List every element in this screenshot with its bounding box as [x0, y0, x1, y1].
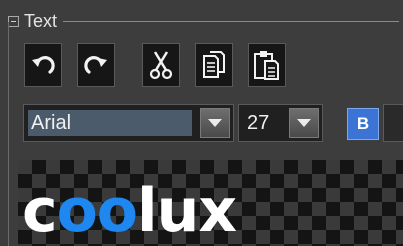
text-preview: coolux: [18, 160, 403, 246]
preview-text-highlight: oo: [56, 176, 138, 246]
font-size-value: 27: [247, 112, 270, 134]
group-frame: [8, 22, 13, 246]
undo-icon: [32, 56, 55, 74]
font-family-select[interactable]: Arial: [23, 104, 234, 142]
font-size-dropdown-button[interactable]: [289, 108, 319, 138]
undo-button[interactable]: [24, 43, 62, 87]
preview-text-part1: c: [22, 176, 58, 246]
panel-header: Text: [8, 8, 403, 34]
font-family-value: Arial: [28, 110, 192, 136]
italic-button[interactable]: [383, 104, 403, 142]
chevron-down-icon: [208, 119, 222, 127]
panel-title: Text: [24, 10, 58, 31]
clipboard-icon: [254, 51, 279, 80]
paste-button[interactable]: [248, 43, 286, 87]
scissors-icon: [149, 51, 173, 80]
redo-button[interactable]: [77, 43, 115, 87]
bold-button[interactable]: B: [347, 108, 379, 140]
redo-icon: [84, 56, 107, 74]
header-divider: [63, 20, 399, 22]
chevron-down-icon: [297, 119, 311, 127]
cut-button[interactable]: [142, 43, 180, 87]
preview-text: coolux: [22, 176, 237, 246]
copy-button[interactable]: [195, 43, 233, 87]
preview-text-part3: lux: [137, 176, 237, 246]
font-size-select[interactable]: 27: [238, 104, 323, 142]
font-family-dropdown-button[interactable]: [200, 108, 230, 138]
copy-icon: [203, 51, 225, 78]
